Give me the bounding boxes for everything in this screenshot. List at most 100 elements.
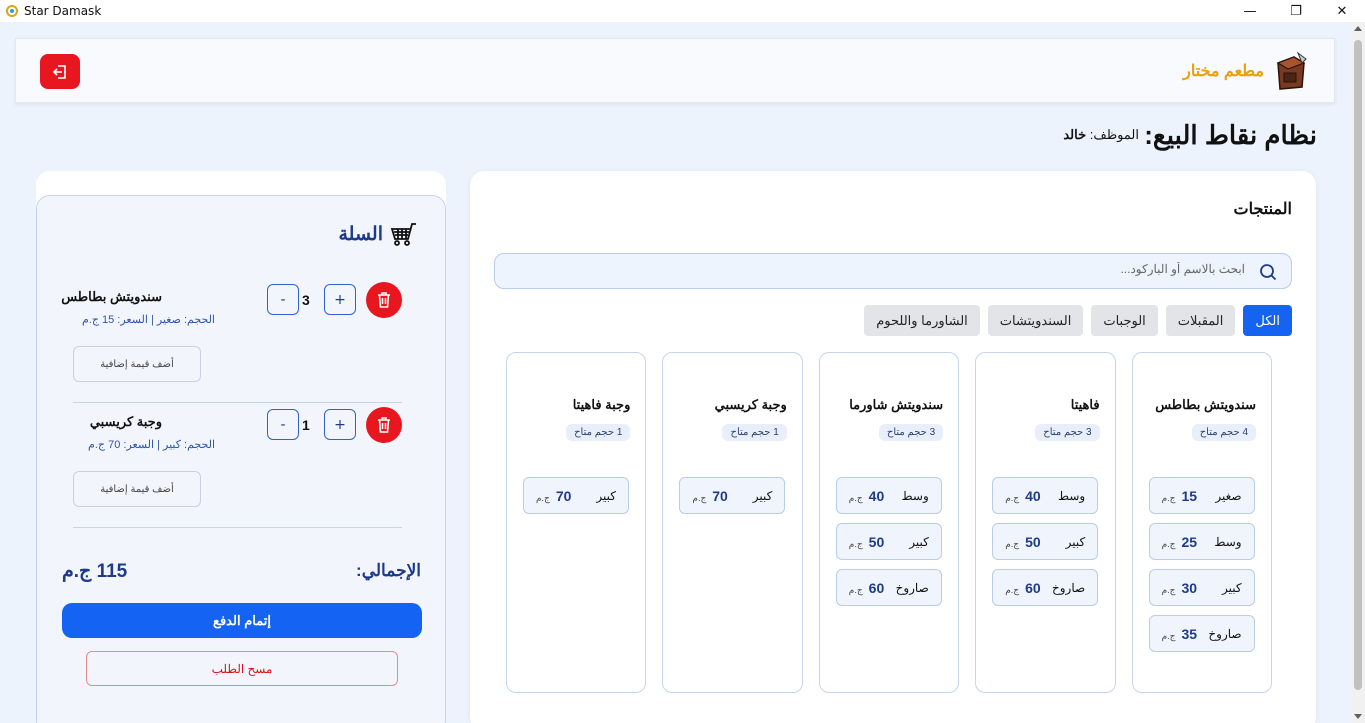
- scroll-down-arrow-icon[interactable]: [1354, 714, 1362, 719]
- currency-label: ج.م: [1161, 492, 1176, 503]
- size-label: وسط: [901, 488, 929, 503]
- increase-qty-button[interactable]: +: [324, 409, 356, 440]
- size-price: 60: [868, 579, 885, 596]
- size-price: 50: [1025, 533, 1041, 550]
- sizes-available-badge: 3 حجم متاح: [1035, 424, 1100, 441]
- tab-sandwiches[interactable]: السندويتشات: [987, 305, 1084, 336]
- size-option-button[interactable]: صغير 15 ج.م: [1148, 477, 1255, 514]
- size-label: كبير: [909, 534, 929, 549]
- currency-label: ج.م: [848, 538, 863, 549]
- products-panel: المنتجات الكل المقبلات الوجبات السندويتش…: [470, 171, 1316, 723]
- currency-label: ج.م: [692, 492, 707, 503]
- app-header: مطعم مختار: [15, 38, 1335, 103]
- cart-item: سندويتش بطاطس الحجم: صغير | السعر: 15 ج.…: [61, 278, 402, 403]
- size-option-button[interactable]: صاروخ 60 ج.م: [835, 569, 942, 606]
- size-label: وسط: [1214, 534, 1242, 549]
- product-card: فاهيتا 3 حجم متاح وسط 40 ج.م كبير 50 ج.م ص…: [975, 352, 1116, 693]
- search-input[interactable]: [645, 262, 1245, 276]
- trash-icon: [378, 417, 390, 433]
- cart-card: السلة سندويتش بطاطس الحجم: صغير | السعر:…: [36, 195, 446, 723]
- size-price: 60: [1025, 579, 1041, 596]
- tab-shawarma-meat[interactable]: الشاورما واللحوم: [864, 305, 980, 336]
- maximize-button[interactable]: ❐: [1273, 0, 1319, 22]
- employee-info: الموظف: خالد: [1063, 127, 1139, 143]
- size-option-button[interactable]: كبير 50 ج.م: [835, 523, 942, 560]
- clear-order-button[interactable]: مسح الطلب: [86, 651, 398, 686]
- size-option-button[interactable]: كبير 30 ج.م: [1148, 569, 1255, 606]
- sizes-available-badge: 1 حجم متاح: [722, 424, 787, 441]
- size-option-button[interactable]: وسط 25 ج.م: [1148, 523, 1255, 560]
- currency-label: ج.م: [535, 492, 550, 503]
- employee-label: الموظف:: [1089, 127, 1139, 142]
- products-title: المنتجات: [1233, 201, 1293, 218]
- total-value: 115 ج.م: [62, 561, 128, 582]
- decrease-qty-button[interactable]: -: [267, 284, 299, 315]
- restaurant-logo-icon: [1276, 51, 1307, 90]
- scrollbar-thumb[interactable]: [1354, 40, 1362, 690]
- restaurant-name: مطعم مختار: [1183, 63, 1264, 80]
- logout-icon: [52, 64, 66, 79]
- checkout-button[interactable]: إتمام الدفع: [62, 603, 422, 638]
- size-price: 30: [1181, 579, 1198, 596]
- product-name: سندويتش شاورما: [849, 397, 944, 412]
- app-icon: [6, 5, 18, 17]
- product-name: فاهيتا: [1070, 397, 1100, 412]
- size-label: صاروخ: [1208, 626, 1242, 641]
- product-card: وجبة فاهيتا 1 حجم متاح كبير 70 ج.م: [505, 352, 647, 693]
- tab-appetizers[interactable]: المقبلات: [1165, 305, 1236, 336]
- add-extra-button[interactable]: أضف قيمة إضافية: [73, 346, 201, 382]
- size-option-button[interactable]: كبير 50 ج.م: [992, 523, 1099, 560]
- close-window-button[interactable]: ✕: [1319, 0, 1365, 22]
- delete-item-button[interactable]: [366, 282, 402, 318]
- size-price: 15: [1181, 487, 1198, 504]
- cart-header: السلة: [339, 221, 418, 247]
- tab-meals[interactable]: الوجبات: [1091, 305, 1158, 336]
- product-name: وجبة فاهيتا: [572, 397, 631, 412]
- size-label: وسط: [1057, 488, 1086, 503]
- product-card: سندويتش بطاطس 4 حجم متاح صغير 15 ج.م وسط …: [1131, 352, 1272, 693]
- size-label: كبير: [1222, 580, 1242, 595]
- increase-qty-button[interactable]: +: [324, 284, 356, 315]
- window-title: Star Damask: [24, 4, 102, 18]
- size-price: 25: [1181, 533, 1198, 550]
- total-label: الإجمالي:: [356, 561, 421, 580]
- size-label: صاروخ: [895, 580, 929, 595]
- logout-button[interactable]: [40, 54, 80, 89]
- currency-label: ج.م: [1161, 584, 1176, 595]
- sizes-available-badge: 4 حجم متاح: [1191, 424, 1256, 441]
- size-label: كبير: [1065, 534, 1086, 549]
- page-scrollbar[interactable]: [1351, 22, 1365, 723]
- cart-item-meta: الحجم: كبير | السعر: 70 ج.م: [88, 439, 215, 451]
- size-option-button[interactable]: صاروخ 60 ج.م: [992, 569, 1099, 606]
- size-option-button[interactable]: وسط 40 ج.م: [835, 477, 942, 514]
- size-label: كبير: [596, 488, 616, 503]
- size-price: 35: [1181, 625, 1198, 642]
- size-option-button[interactable]: كبير 70 ج.م: [679, 477, 786, 514]
- search-box: [494, 253, 1292, 289]
- currency-label: ج.م: [1005, 492, 1020, 503]
- employee-name: خالد: [1063, 127, 1087, 142]
- product-name: وجبة كريسبي: [714, 397, 787, 412]
- currency-label: ج.م: [848, 584, 863, 595]
- search-icon: [1260, 264, 1277, 281]
- add-extra-button[interactable]: أضف قيمة إضافية: [73, 471, 201, 507]
- scroll-up-arrow-icon[interactable]: [1354, 26, 1362, 31]
- size-option-button[interactable]: صاروخ 35 ج.م: [1148, 615, 1255, 652]
- shopping-cart-icon: [390, 223, 416, 246]
- size-label: صغير: [1215, 488, 1242, 503]
- category-tabs: الكل المقبلات الوجبات السندويتشات الشاور…: [864, 305, 1292, 336]
- cart-item-name: سندويتش بطاطس: [61, 289, 162, 304]
- minimize-button[interactable]: —: [1227, 0, 1273, 22]
- product-grid: سندويتش بطاطس 4 حجم متاح صغير 15 ج.م وسط …: [505, 352, 1272, 694]
- product-name: سندويتش بطاطس: [1155, 397, 1256, 412]
- delete-item-button[interactable]: [366, 407, 402, 443]
- size-option-button[interactable]: وسط 40 ج.م: [992, 477, 1099, 514]
- tab-all[interactable]: الكل: [1243, 305, 1292, 336]
- cart-panel: السلة سندويتش بطاطس الحجم: صغير | السعر:…: [36, 171, 446, 723]
- size-option-button[interactable]: كبير 70 ج.م: [522, 477, 629, 514]
- currency-label: ج.م: [848, 492, 863, 503]
- cart-title: السلة: [338, 223, 384, 245]
- size-label: صاروخ: [1052, 580, 1086, 595]
- decrease-qty-button[interactable]: -: [267, 409, 299, 440]
- cart-item-meta: الحجم: صغير | السعر: 15 ج.م: [81, 314, 215, 326]
